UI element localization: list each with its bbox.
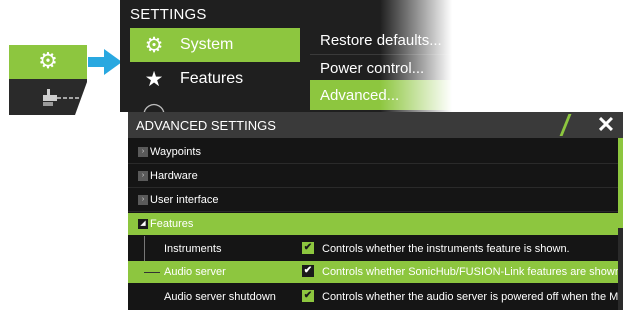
category-partial[interactable]: ◯ — [130, 96, 300, 113]
group-waypoints[interactable]: › Waypoints — [128, 141, 618, 164]
feature-name: Audio server shutdown — [164, 291, 276, 303]
checkbox[interactable]: ✔ — [302, 290, 314, 302]
feature-row-audio-server[interactable]: Audio server ✔ Controls whether SonicHub… — [128, 261, 623, 283]
device-icon — [43, 89, 79, 106]
gear-icon: ⚙ — [144, 33, 164, 57]
category-system-label: System — [180, 36, 234, 53]
header-accent — [559, 114, 572, 136]
group-hardware[interactable]: › Hardware — [128, 165, 618, 188]
expand-arrow-icon[interactable]: › — [138, 195, 148, 205]
expand-arrow-icon[interactable]: › — [138, 147, 148, 157]
system-shortcut-tile[interactable]: ⚙ — [9, 45, 115, 115]
feature-name: Audio server — [164, 266, 226, 278]
feature-description: Controls whether the instruments feature… — [322, 243, 570, 255]
group-label: Waypoints — [150, 146, 201, 158]
feature-description: Controls whether the audio server is pow… — [322, 291, 623, 303]
expand-arrow-icon[interactable]: › — [138, 171, 148, 181]
dialog-title: ADVANCED SETTINGS — [136, 118, 276, 133]
feature-row-audio-server-shutdown[interactable]: Audio server shutdown ✔ Controls whether… — [128, 286, 623, 308]
collapse-arrow-icon[interactable]: ◢ — [138, 219, 148, 229]
dialog-header: ADVANCED SETTINGS ✕ — [128, 112, 623, 138]
arrow-right-icon — [88, 49, 122, 75]
feature-name: Instruments — [164, 243, 222, 255]
feature-description: Controls whether SonicHub/FUSION-Link fe… — [322, 266, 623, 278]
partial-icon: ◯ — [140, 99, 168, 113]
scrollbar-thumb[interactable] — [618, 138, 623, 228]
settings-fade — [380, 0, 460, 112]
checkbox[interactable]: ✔ — [302, 242, 314, 254]
feature-row-instruments[interactable]: Instruments ✔ Controls whether the instr… — [128, 238, 618, 260]
gear-icon: ⚙ — [38, 48, 58, 73]
checkbox[interactable]: ✔ — [302, 265, 314, 277]
star-icon: ★ — [144, 67, 164, 91]
category-system[interactable]: ⚙ System — [130, 28, 300, 62]
advanced-settings-dialog: ADVANCED SETTINGS ✕ › Waypoints › Hardwa… — [128, 112, 623, 310]
group-label: Hardware — [150, 170, 198, 182]
tree-connector — [144, 272, 160, 273]
group-label: User interface — [150, 194, 219, 206]
group-label: Features — [150, 218, 194, 230]
group-features[interactable]: ◢ Features — [128, 213, 618, 235]
settings-title: SETTINGS — [130, 6, 207, 23]
close-icon[interactable]: ✕ — [594, 113, 618, 137]
group-user-interface[interactable]: › User interface — [128, 189, 618, 212]
category-features-label: Features — [180, 70, 244, 87]
category-features[interactable]: ★ Features — [130, 62, 300, 96]
